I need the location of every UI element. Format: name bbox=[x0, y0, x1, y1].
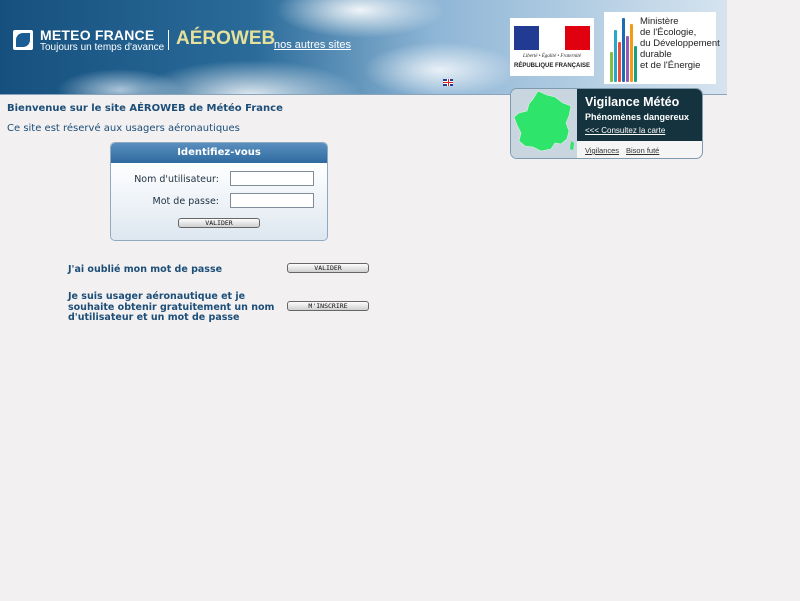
register-button[interactable]: M'INSCRIRE bbox=[287, 301, 369, 311]
republique-francaise-logo: Liberté • Égalité • Fraternité RÉPUBLIQU… bbox=[510, 18, 594, 76]
ministry-line: Ministère bbox=[640, 16, 679, 27]
republique-name: RÉPUBLIQUE FRANÇAISE bbox=[513, 63, 590, 69]
ministry-line: de l'Écologie, bbox=[640, 27, 697, 38]
page: METEO FRANCE Toujours un temps d'avance … bbox=[0, 0, 800, 601]
forgot-password-button[interactable]: VALIDER bbox=[287, 263, 369, 273]
meteo-france-logo-icon[interactable] bbox=[13, 30, 33, 50]
forgot-password-text: J'ai oublié mon mot de passe bbox=[68, 264, 223, 275]
login-title: Identifiez-vous bbox=[177, 147, 261, 158]
welcome-heading: Bienvenue sur le site AÉROWEB de Météo F… bbox=[7, 103, 283, 114]
bison-fute-link[interactable]: Bison futé bbox=[626, 146, 659, 155]
login-submit-button[interactable]: VALIDER bbox=[178, 218, 260, 228]
vigilance-title: Vigilance Météo bbox=[585, 95, 680, 109]
login-box: Identifiez-vous Nom d'utilisateur: Mot d… bbox=[110, 142, 328, 241]
vigilance-widget[interactable]: Vigilance Météo Phénomènes dangereux <<<… bbox=[510, 88, 703, 159]
header-separator bbox=[168, 30, 169, 50]
ministry-line: du Développement bbox=[640, 38, 720, 49]
register-text: Je suis usager aéronautique et je souhai… bbox=[68, 291, 275, 323]
ministry-logo: Ministère de l'Écologie, du Développemen… bbox=[604, 12, 720, 84]
site-header: METEO FRANCE Toujours un temps d'avance … bbox=[0, 0, 727, 94]
ministry-bars-icon bbox=[608, 14, 638, 82]
ministry-line: durable bbox=[640, 49, 672, 60]
vigilance-subtitle: Phénomènes dangereux bbox=[585, 112, 690, 122]
brand-name[interactable]: METEO FRANCE bbox=[40, 27, 154, 43]
password-input[interactable] bbox=[230, 193, 314, 208]
republique-motto: Liberté • Égalité • Fraternité bbox=[523, 54, 581, 59]
username-label: Nom d'utilisateur: bbox=[134, 174, 219, 185]
password-label: Mot de passe: bbox=[152, 196, 219, 207]
other-sites-link[interactable]: nos autres sites bbox=[274, 39, 351, 51]
france-map-icon[interactable] bbox=[511, 89, 577, 158]
french-flag-icon bbox=[514, 26, 590, 50]
site-name: AÉROWEB bbox=[176, 28, 276, 49]
ministry-line: et de l'Énergie bbox=[640, 60, 701, 71]
vigilances-link[interactable]: Vigilances bbox=[585, 146, 619, 155]
login-header: Identifiez-vous bbox=[111, 143, 327, 163]
brand-tagline: Toujours un temps d'avance bbox=[40, 42, 165, 53]
uk-flag-icon[interactable] bbox=[443, 79, 453, 86]
reserved-notice: Ce site est réservé aux usagers aéronaut… bbox=[7, 123, 240, 134]
username-input[interactable] bbox=[230, 171, 314, 186]
vigilance-map-link[interactable]: <<< Consultez la carte bbox=[585, 126, 665, 135]
